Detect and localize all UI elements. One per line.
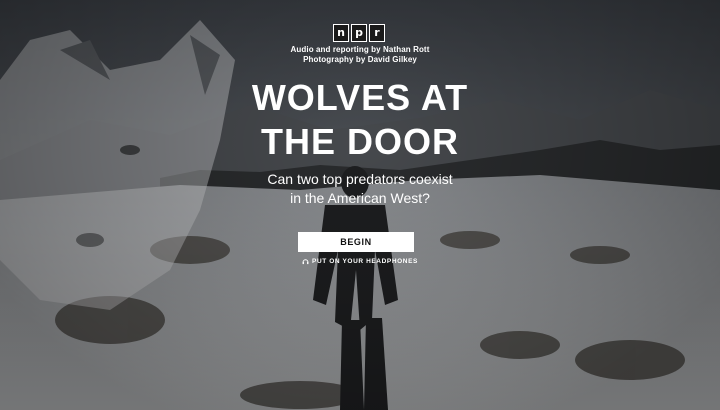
headphones-icon — [302, 259, 309, 265]
npr-logo[interactable]: n p r — [333, 24, 385, 42]
subtitle-line-1: Can two top predators coexist — [267, 171, 453, 187]
story-title: WOLVES AT THE DOOR — [0, 76, 720, 164]
subtitle-line-2: in the American West? — [290, 190, 430, 206]
title-line-1: WOLVES AT — [251, 77, 469, 118]
story-subtitle: Can two top predators coexist in the Ame… — [0, 170, 720, 208]
logo-letter-n: n — [333, 24, 349, 42]
photo-credit: Photography by David Gilkey — [303, 55, 417, 64]
headphones-hint: PUT ON YOUR HEADPHONES — [0, 258, 720, 265]
begin-button[interactable]: BEGIN — [298, 232, 414, 252]
headphones-hint-text: PUT ON YOUR HEADPHONES — [312, 258, 418, 265]
intro-panel: n p r Audio and reporting by Nathan Rott… — [0, 0, 720, 410]
logo-letter-p: p — [351, 24, 367, 42]
logo-letter-r: r — [369, 24, 385, 42]
title-line-2: THE DOOR — [260, 121, 459, 162]
audio-credit: Audio and reporting by Nathan Rott — [290, 45, 430, 54]
